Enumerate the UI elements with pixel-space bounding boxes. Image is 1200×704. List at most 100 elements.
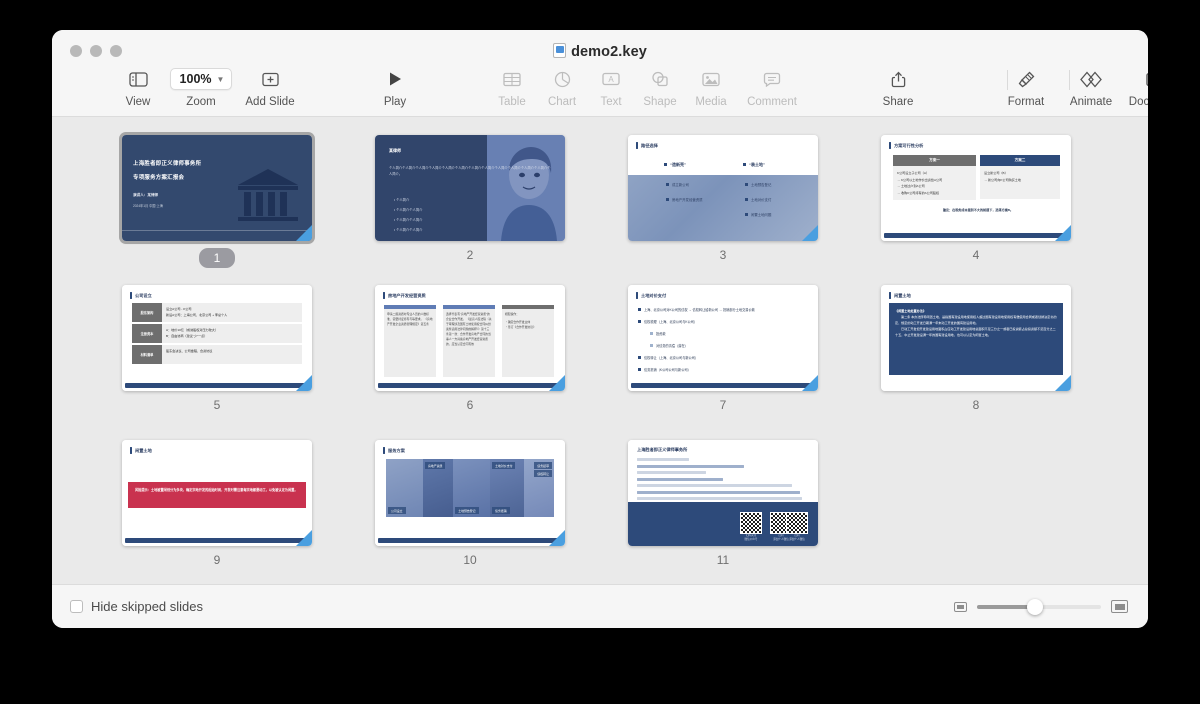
slide-thumb-wrap-2[interactable]: 某律师 个人简介个人简介个人简介个人简介个人简介个人简介个人简介个人简介个人简介… [375, 135, 565, 241]
slide-3-right-header: “装土地” [743, 162, 765, 168]
slide-11-title: 上海胜者即正义律师事务所 [637, 447, 688, 452]
slide-thumbnail-10[interactable]: 服务方案 公司设立 房地产资质 土地预告登记 土地对价支付 债务抵销 债务起草 … [375, 440, 565, 546]
slide-thumbnail-9[interactable]: 闲置土地 风险提示：土地被置闲划分为多块，确定宗地开发的起始时间，开发时需注意每… [122, 440, 312, 546]
zoom-value-text: 100% [179, 72, 212, 86]
slide-thumb-wrap-3[interactable]: 路径选择 “造新壳” 成立新公司 房地产开发经营资质 “装土地” 土地预告登记 … [628, 135, 818, 241]
slide-number-9: 9 [213, 553, 221, 567]
slide-number-11: 11 [716, 553, 730, 567]
slide-11-text-line-5 [637, 484, 792, 487]
slider-knob[interactable] [1027, 598, 1043, 615]
slide-5-row-2-value: A：地价10亿（成熟股权对压力较大） B：自由协商（建议“少”一点） [162, 324, 302, 343]
slide-thumb-wrap-9[interactable]: 闲置土地 风险提示：土地被置闲划分为多块，确定宗地开发的起始时间，开发时需注意每… [122, 440, 312, 546]
slide-cell-7[interactable]: 土地对价支付 上海、北京公司对K公司的债权 → 债权转让给新公司 → 抵销部分土… [628, 285, 818, 412]
slide-thumbnail-1[interactable]: 上海胜者即正义律师事务所 专项服务方案汇报会 演讲人：某律师 2024年1月 中… [122, 135, 312, 241]
slide-10-bottom-bar [378, 538, 562, 543]
slide-thumbnail-2[interactable]: 某律师 个人简介个人简介个人简介个人简介个人简介个人简介个人简介个人简介个人简介… [375, 135, 565, 241]
svg-text:A: A [608, 75, 614, 84]
slide-thumbnail-5[interactable]: 公司设立 股东架构 设立A公司 - K公司 新设A公司：上海公司、北京公司 + 李… [122, 285, 312, 391]
slide-cell-9[interactable]: 闲置土地 风险提示：土地被置闲划分为多块，确定宗地开发的起始时间，开发时需注意每… [122, 440, 312, 567]
slide-5-title: 公司设立 [130, 292, 152, 299]
slide-2-content: 某律师 个人简介个人简介个人简介个人简介个人简介个人简介个人简介个人简介个人简介… [375, 135, 565, 241]
slide-thumbnail-7[interactable]: 土地对价支付 上海、北京公司对K公司的债权 → 债权转让给新公司 → 抵销部分土… [628, 285, 818, 391]
comment-bubble-icon [729, 66, 815, 92]
toolbar-play-label: Play [383, 96, 407, 108]
slide-5-row-1: 股东架构 设立A公司 - K公司 新设A公司：上海公司、北京公司 + 李总个人 [132, 303, 302, 322]
slide-thumb-wrap-7[interactable]: 土地对价支付 上海、北京公司对K公司的债权 → 债权转让给新公司 → 抵销部分土… [628, 285, 818, 391]
slide-3-left-item-2: 房地产开发经营资质 [666, 197, 703, 202]
slide-thumbnail-6[interactable]: 房地产开发经营资质 申请二级资质时专业人员的人数标准、需要持证持有与等要求。 《… [375, 285, 565, 391]
slide-thumb-wrap-8[interactable]: 闲置土地 《闲置土地处置办法》 第二条 本办法所称闲置土地，是指国有建设用地使用… [881, 285, 1071, 391]
slide-thumbnail-11[interactable]: 上海胜者即正义律师事务所 扫码关注 微信公众号 扫码 添加个人微信 扫码 添加个… [628, 440, 818, 546]
slide-thumb-wrap-5[interactable]: 公司设立 股东架构 设立A公司 - K公司 新设A公司：上海公司、北京公司 + 李… [122, 285, 312, 391]
hide-skipped-slides-checkbox[interactable] [70, 600, 83, 613]
slide-8-content: 闲置土地 《闲置土地处置办法》 第二条 本办法所称闲置土地，是指国有建设用地使用… [881, 285, 1071, 391]
toolbar-comment-label: Comment [747, 96, 797, 108]
slide-thumb-wrap-4[interactable]: 方案可行性分析 方案一 K公司设立子公司（A） → K公司以土地作价出资给A公司… [881, 135, 1071, 241]
slide-cell-2[interactable]: 某律师 个人简介个人简介个人简介个人简介个人简介个人简介个人简介个人简介个人简介… [375, 135, 565, 262]
slide-5-content: 公司设立 股东架构 设立A公司 - K公司 新设A公司：上海公司、北京公司 + 李… [122, 285, 312, 391]
slide-cell-11[interactable]: 上海胜者即正义律师事务所 扫码关注 微信公众号 扫码 添加个人微信 扫码 添加个… [628, 440, 818, 567]
slide-2-paragraph: 个人简介个人简介个人简介个人简介个人简介个人简介个人简介个人简介个人简介个人简介… [389, 166, 551, 176]
slide-number-4: 4 [972, 248, 980, 262]
slide-1-title-line2: 专项服务方案汇报会 [133, 175, 185, 181]
qr-code-1 [740, 512, 762, 534]
slide-6-bottom-bar [378, 383, 562, 388]
slide-8-corner-accent [1055, 375, 1071, 391]
slide-number-8: 8 [972, 398, 980, 412]
play-triangle-icon [352, 66, 438, 92]
slide-cell-6[interactable]: 房地产开发经营资质 申请二级资质时专业人员的人数标准、需要持证持有与等要求。 《… [375, 285, 565, 412]
slide-10-corner-accent [549, 530, 565, 546]
slide-3-top-area [628, 135, 818, 175]
slide-4-content: 方案可行性分析 方案一 K公司设立子公司（A） → K公司以土地作价出资给A公司… [881, 135, 1071, 241]
share-upload-icon [855, 66, 941, 92]
small-thumbnail-icon[interactable] [954, 601, 967, 612]
slide-thumb-wrap-6[interactable]: 房地产开发经营资质 申请二级资质时专业人员的人数标准、需要持证持有与等要求。 《… [375, 285, 565, 391]
slide-5-row-2-key: 注册资本 [132, 324, 162, 343]
slide-thumb-wrap-10[interactable]: 服务方案 公司设立 房地产资质 土地预告登记 土地对价支付 债务抵销 债务起草 … [375, 440, 565, 546]
slide-6-content: 房地产开发经营资质 申请二级资质时专业人员的人数标准、需要持证持有与等要求。 《… [375, 285, 565, 391]
slide-11-content: 上海胜者即正义律师事务所 扫码关注 微信公众号 扫码 添加个人微信 扫码 添加个… [628, 440, 818, 546]
slide-thumbnail-4[interactable]: 方案可行性分析 方案一 K公司设立子公司（A） → K公司以土地作价出资给A公司… [881, 135, 1071, 241]
slide-thumb-wrap-1[interactable]: 上海胜者即正义律师事务所 专项服务方案汇报会 演讲人：某律师 2024年1月 中… [122, 135, 312, 241]
slide-3-photo-bg [628, 175, 818, 241]
mosaic-tile-5: 债务起草 债权转让 [523, 459, 554, 517]
toolbar-share-button[interactable]: Share [855, 66, 941, 108]
toolbar-play-button[interactable]: Play [352, 66, 438, 108]
slide-4-plan-b-body: 设立新公司（B） → 新公司向K公司购买土地 [980, 166, 1060, 199]
slide-7-corner-accent [802, 375, 818, 391]
slide-cell-4[interactable]: 方案可行性分析 方案一 K公司设立子公司（A） → K公司以土地作价出资给A公司… [881, 135, 1071, 262]
slide-cell-8[interactable]: 闲置土地 《闲置土地处置办法》 第二条 本办法所称闲置土地，是指国有建设用地使用… [881, 285, 1071, 412]
toolbar-comment-button[interactable]: Comment [729, 66, 815, 108]
slide-thumbnail-8[interactable]: 闲置土地 《闲置土地处置办法》 第二条 本办法所称闲置土地，是指国有建设用地使用… [881, 285, 1071, 391]
slide-2-bullet-1: • 个人简介 [394, 198, 410, 202]
slide-2-bullet-4: • 个人简介个人简介 [394, 228, 423, 232]
slide-4-bottom-bar [884, 233, 1068, 238]
toolbar-add-slide-button[interactable]: Add Slide [227, 66, 313, 108]
courthouse-icon [238, 169, 298, 221]
slide-cell-1[interactable]: 上海胜者即正义律师事务所 专项服务方案汇报会 演讲人：某律师 2024年1月 中… [122, 135, 312, 268]
slide-cell-3[interactable]: 路径选择 “造新壳” 成立新公司 房地产开发经营资质 “装土地” 土地预告登记 … [628, 135, 818, 262]
slide-9-corner-accent [296, 530, 312, 546]
toolbar-add-slide-label: Add Slide [245, 96, 295, 108]
slide-8-quote-box: 《闲置土地处置办法》 第二条 本办法所称闲置土地，是指国有建设用地使用权人超过国… [889, 303, 1063, 375]
thumbnail-size-slider[interactable] [977, 598, 1101, 615]
slide-thumb-wrap-11[interactable]: 上海胜者即正义律师事务所 扫码关注 微信公众号 扫码 添加个人微信 扫码 添加个… [628, 440, 818, 546]
thumbnail-size-control[interactable] [954, 598, 1128, 615]
slide-1-title-line1: 上海胜者即正义律师事务所 [133, 161, 202, 167]
slide-3-left-item-1: 成立新公司 [666, 182, 689, 187]
toolbar-document-button[interactable]: Document [1112, 66, 1148, 108]
slide-cell-10[interactable]: 服务方案 公司设立 房地产资质 土地预告登记 土地对价支付 债务抵销 债务起草 … [375, 440, 565, 567]
slide-6-column-1: 申请二级资质时专业人员的人数标准、需要持证持有与等要求。 《房地产开发企业资质管… [384, 305, 436, 377]
slide-2-title: 某律师 [389, 148, 401, 153]
slide-number-6: 6 [466, 398, 474, 412]
slide-cell-5[interactable]: 公司设立 股东架构 设立A公司 - K公司 新设A公司：上海公司、北京公司 + 李… [122, 285, 312, 412]
slide-navigator[interactable]: 上海胜者即正义律师事务所 专项服务方案汇报会 演讲人：某律师 2024年1月 中… [52, 117, 1148, 584]
slide-thumbnail-3[interactable]: 路径选择 “造新壳” 成立新公司 房地产开发经营资质 “装土地” 土地预告登记 … [628, 135, 818, 241]
slide-5-row-3-key: 材料清单 [132, 345, 162, 364]
slide-3-content: 路径选择 “造新壳” 成立新公司 房地产开发经营资质 “装土地” 土地预告登记 … [628, 135, 818, 241]
hide-skipped-slides-control[interactable]: Hide skipped slides [70, 599, 203, 614]
slide-7-bottom-bar [631, 383, 815, 388]
large-thumbnail-icon[interactable] [1111, 600, 1128, 613]
slide-number-10: 10 [463, 553, 477, 567]
slide-7-item-2: 债权梳理（上海、北京公司与K公司） [638, 319, 810, 324]
